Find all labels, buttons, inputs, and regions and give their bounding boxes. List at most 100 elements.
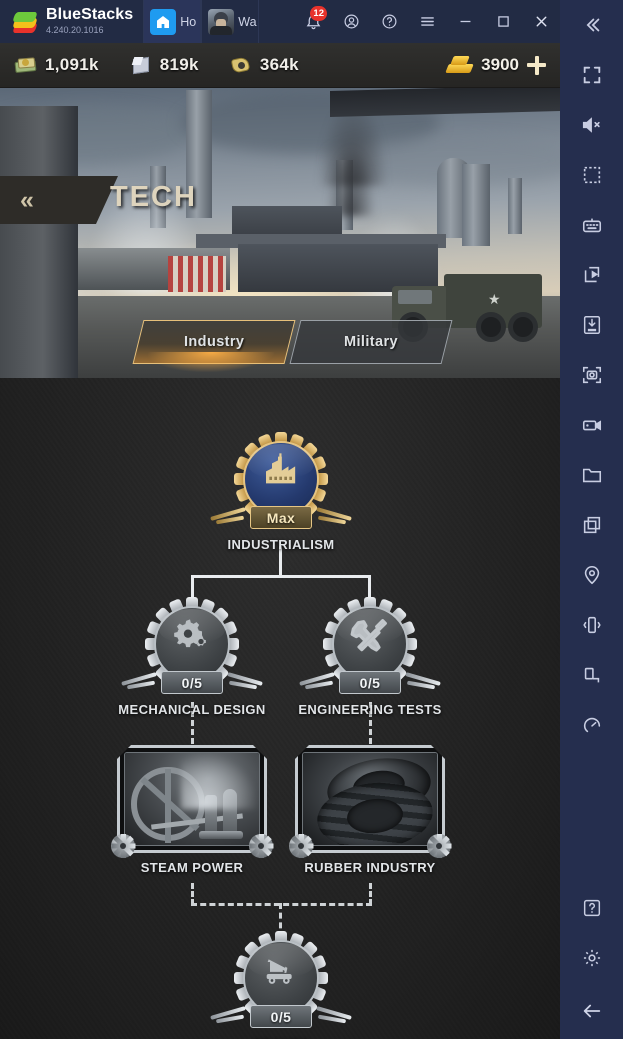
connector-to-mechanical-design [191,575,194,597]
keyboard-controls-button[interactable] [560,200,623,250]
tech-node-cranes[interactable]: 0/5 CRANES [187,931,375,1039]
tab-game-label: Wa [238,14,257,29]
tech-tree: Max INDUSTRIALISM 0/5 MECHANICAL DESIGN … [0,378,560,1039]
account-button[interactable] [332,0,370,43]
ore-resource[interactable]: 819k [129,54,199,76]
ribbon-wing-left [117,672,157,690]
bluestacks-window: BlueStacks 4.240.20.1016 Ho Wa 12 1,091k… [0,0,623,1039]
tech-node-mechanical-design[interactable]: 0/5 MECHANICAL DESIGN [98,597,286,717]
instance-tabs: Ho Wa [143,0,260,43]
oil-resource[interactable]: 364k [229,54,299,76]
maximize-button[interactable] [484,0,522,43]
notification-badge: 12 [310,6,327,21]
multi-instance-button[interactable] [560,500,623,550]
tab-military[interactable]: Military [289,320,453,364]
smokestack [508,178,522,234]
tab-industry[interactable]: Industry [132,320,296,364]
back-navigation-button[interactable]: « [0,176,118,224]
striped-wall [168,256,226,292]
card-cog-right [427,834,451,858]
help-button[interactable] [370,0,408,43]
ore-value: 819k [159,55,199,74]
cranes-badge: 0/5 [250,1005,312,1028]
collapse-sidebar-button[interactable] [560,0,623,50]
card-inner [124,752,260,846]
gold-value: 3900 [481,55,519,74]
tab-game[interactable]: Wa [201,0,260,43]
connector-rubber-down [369,883,372,905]
record-video-button[interactable] [560,400,623,450]
engineering-tests-gear: 0/5 [299,597,441,694]
fullscreen-button[interactable] [560,50,623,100]
card-frame [295,745,445,853]
ribbon-wing-right [316,507,356,525]
rotate-button[interactable] [560,650,623,700]
page-title: TECH [110,181,197,213]
tech-node-industrialism[interactable]: Max INDUSTRIALISM [187,432,375,552]
engineering-tests-badge: 0/5 [339,671,401,694]
ribbon-wing-right [405,672,445,690]
mechanical-design-badge-label: 0/5 [181,674,203,691]
settings-button[interactable] [560,933,623,983]
ribbon-wing-left [206,507,246,525]
tech-category-tabs: Industry Military [0,320,560,372]
card-inner [302,752,438,846]
notifications-button[interactable]: 12 [294,0,332,43]
back-button[interactable] [560,983,623,1039]
industrialism-gear: Max [210,432,352,529]
factory-icon [234,444,328,496]
hammer-wrench-icon [323,609,417,661]
tech-node-rubber-industry[interactable]: RUBBER INDUSTRY [289,745,451,875]
oil-value: 364k [259,55,299,74]
cursor-select-button[interactable] [560,150,623,200]
macro-recorder-button[interactable] [560,250,623,300]
ribbon-wing-left [206,1006,246,1024]
card-cog-right [249,834,273,858]
rubber-industry-card [289,745,451,858]
tab-home[interactable]: Ho [143,0,202,43]
tech-node-steam-power[interactable]: STEAM POWER [111,745,273,875]
titlebar-actions: 12 [294,0,560,43]
refinery-tower [462,164,490,246]
industrialism-label: INDUSTRIALISM [227,537,335,552]
steam-engine-icon [125,753,259,845]
tab-military-label: Military [344,334,398,350]
bluestacks-logo-icon [12,9,38,35]
resource-bar: 1,091k 819k 364k 3900 [0,43,560,88]
card-cog-left [289,834,313,858]
install-apk-button[interactable] [560,300,623,350]
rubber-industry-label: RUBBER INDUSTRY [304,860,436,875]
engineering-tests-label: ENGINEERING TESTS [298,702,442,717]
performance-button[interactable] [560,700,623,750]
mechanical-design-badge: 0/5 [161,671,223,694]
mechanical-design-label: MECHANICAL DESIGN [118,702,266,717]
shake-button[interactable] [560,600,623,650]
close-button[interactable] [522,0,560,43]
screenshot-button[interactable] [560,350,623,400]
location-button[interactable] [560,550,623,600]
cash-value: 1,091k [45,55,99,74]
double-chevron-left-icon: « [20,186,34,214]
add-gold-button[interactable] [527,55,546,75]
bluestacks-brand: BlueStacks 4.240.20.1016 [0,0,143,43]
cash-resource[interactable]: 1,091k [14,54,99,76]
media-manager-button[interactable] [560,450,623,500]
industrialism-badge: Max [250,506,312,529]
app-version: 4.240.20.1016 [46,25,104,35]
help-sidebar-button[interactable] [560,883,623,933]
oil-can-icon [229,54,253,76]
tires-icon [303,753,437,845]
game-avatar-icon [208,8,235,35]
card-cog-left [111,834,135,858]
tech-node-engineering-tests[interactable]: 0/5 ENGINEERING TESTS [276,597,464,717]
gold-resource[interactable]: 3900 [445,55,546,75]
card-frame [117,745,267,853]
money-stack-icon [14,54,38,76]
tech-banner: ★ « TECH Industry Military [0,88,560,378]
minimize-button[interactable] [446,0,484,43]
bluestacks-sidebar [560,0,623,1039]
home-icon [150,8,177,35]
mute-button[interactable] [560,100,623,150]
ore-cube-icon [129,54,153,76]
menu-button[interactable] [408,0,446,43]
